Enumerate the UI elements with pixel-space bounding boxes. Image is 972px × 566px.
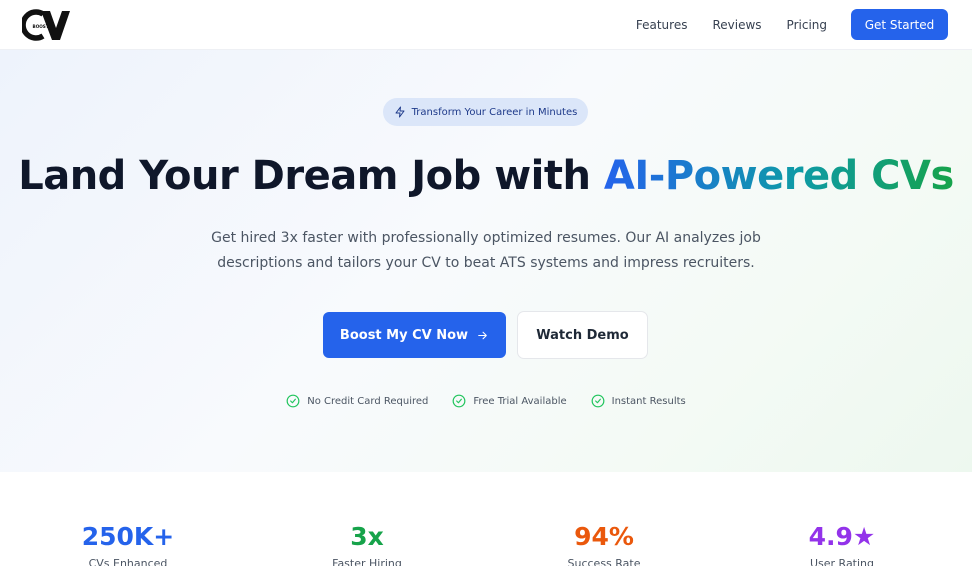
boost-cv-button[interactable]: Boost My CV Now (323, 312, 506, 358)
feature-item: No Credit Card Required (286, 394, 428, 408)
nav-links: Features Reviews Pricing (636, 0, 827, 50)
stat-value: 3x (350, 522, 384, 551)
stat-faster-hiring: 3x Faster Hiring (267, 520, 467, 566)
check-circle-icon (286, 394, 300, 408)
boost-cv-logo[interactable]: BOOST (22, 8, 70, 42)
arrow-right-icon (478, 331, 487, 339)
stat-cvs-enhanced: 250K+ CVs Enhanced (28, 520, 228, 566)
stat-value: 250K+ (81, 522, 175, 551)
feature-label: Free Trial Available (473, 395, 567, 407)
get-started-button[interactable]: Get Started (851, 9, 948, 40)
feature-label: Instant Results (611, 395, 686, 407)
stat-label: Success Rate (567, 557, 641, 566)
boost-cv-button-label: Boost My CV Now (339, 327, 469, 343)
hero-badge-text: Transform Your Career in Minutes (411, 106, 578, 118)
stat-label: User Rating (809, 557, 875, 566)
svg-text:BOOST: BOOST (33, 24, 49, 29)
hero-subtext: Get hired 3x faster with professionally … (211, 230, 761, 271)
stat-value: 94% (574, 522, 634, 551)
stat-label: CVs Enhanced (88, 557, 168, 566)
feature-label: No Credit Card Required (307, 395, 429, 407)
stat-value: 4.9★ (808, 522, 876, 551)
hero-badge: Transform Your Career in Minutes (383, 98, 588, 126)
stat-user-rating: 4.9★ User Rating (742, 520, 942, 566)
feature-item: Free Trial Available (452, 394, 567, 408)
hero-headline: Land Your Dream Job with AI-Powered CVs (0, 153, 972, 199)
lightning-icon (395, 106, 405, 118)
nav-link-pricing[interactable]: Pricing (787, 18, 827, 32)
hero-section: Transform Your Career in Minutes Land Yo… (0, 50, 972, 472)
watch-demo-button[interactable]: Watch Demo (517, 311, 648, 359)
feature-item: Instant Results (591, 394, 686, 408)
check-circle-icon (452, 394, 466, 408)
stats-section: 250K+ CVs Enhanced 3x Faster Hiring 94% … (0, 520, 972, 566)
nav-link-features[interactable]: Features (636, 18, 688, 32)
nav-link-reviews[interactable]: Reviews (712, 18, 761, 32)
stat-label: Faster Hiring (332, 557, 402, 566)
headline-plain: Land Your Dream Job with (18, 153, 604, 199)
stat-success-rate: 94% Success Rate (504, 520, 704, 566)
headline-highlight: AI-Powered CVs (603, 153, 954, 199)
check-circle-icon (591, 394, 605, 408)
top-navbar: BOOST Features Reviews Pricing Get Start… (0, 0, 972, 50)
hero-feature-list: No Credit Card Required Free Trial Avail… (0, 394, 972, 408)
